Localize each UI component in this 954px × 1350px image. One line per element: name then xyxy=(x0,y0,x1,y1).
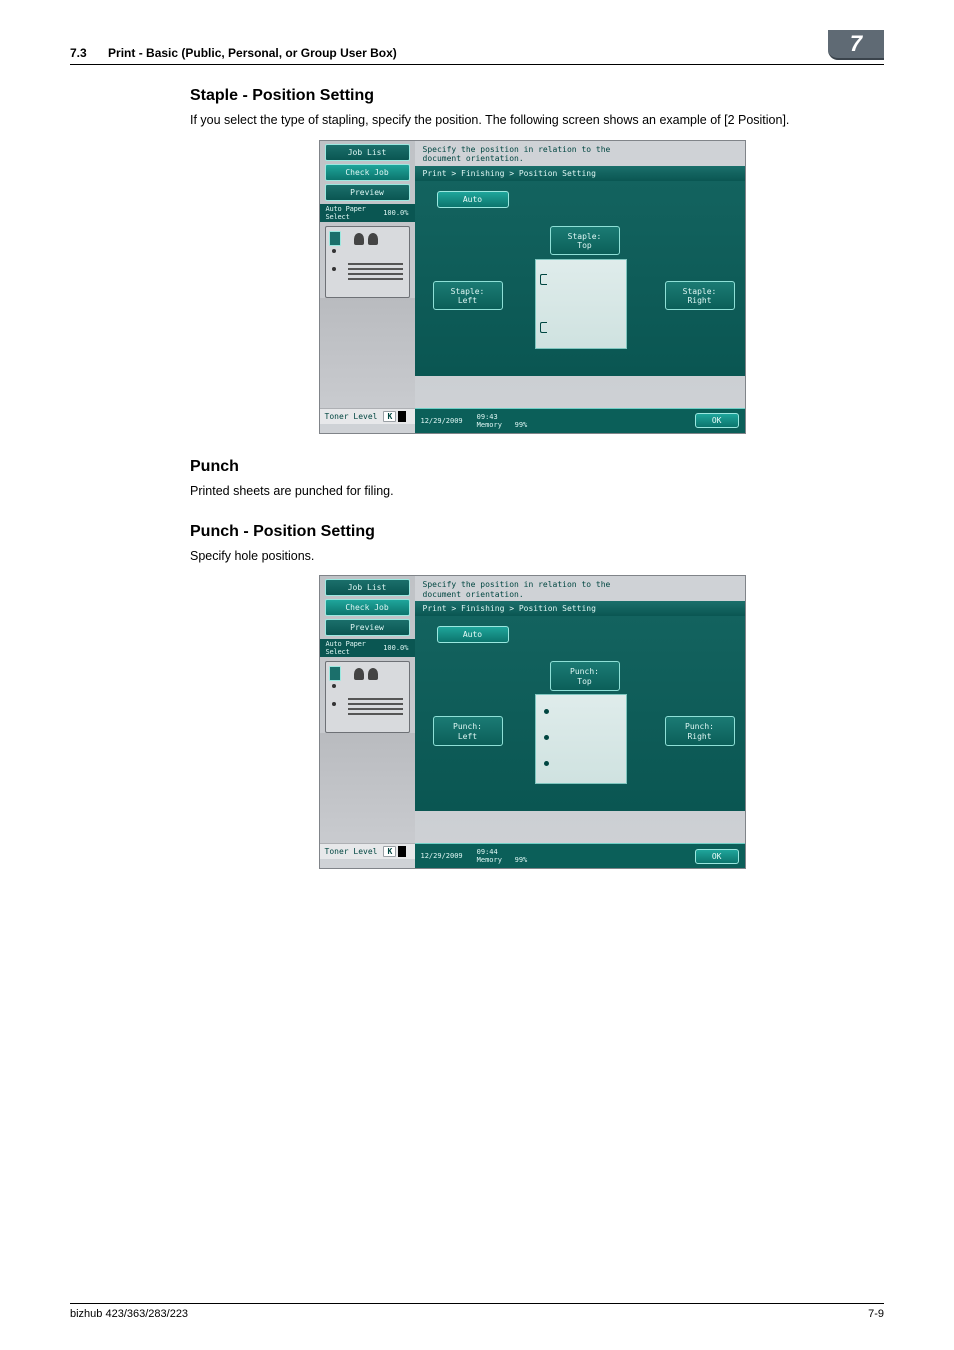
preview-page-icon xyxy=(329,666,341,681)
punch-panel: Job List Check Job Preview Auto Paper Se… xyxy=(319,575,746,869)
auto-paper-label: Auto Paper Select xyxy=(326,640,366,656)
toner-row: Toner Level K xyxy=(320,843,415,859)
zoom-value: 100.0% xyxy=(383,644,408,652)
punch-hole-icon xyxy=(544,709,549,714)
footer-time: 09:44 Memory 99% xyxy=(477,848,528,864)
chapter-badge: 7 xyxy=(828,30,884,60)
left-grey-spacer xyxy=(320,298,415,408)
panel-footer: 12/29/2009 09:43 Memory 99% OK xyxy=(415,408,745,433)
toner-label: Toner Level xyxy=(325,847,378,856)
position-area: Auto Punch: Top Punch: Left Punch: Right xyxy=(415,616,745,811)
toner-k: K xyxy=(383,846,396,857)
staple-paper-preview xyxy=(535,259,627,349)
instruction-text: Specify the position in relation to the … xyxy=(415,141,745,166)
preview-text-lines xyxy=(348,263,403,283)
staple-top-button[interactable]: Staple: Top xyxy=(550,226,620,255)
staple-body: If you select the type of stapling, spec… xyxy=(190,111,874,130)
punch-heading: Punch xyxy=(190,458,874,476)
footer-time: 09:43 Memory 99% xyxy=(477,413,528,429)
position-area: Auto Staple: Top Staple: Left Staple: Ri… xyxy=(415,181,745,376)
zoom-value: 100.0% xyxy=(383,209,408,217)
staple-left-button[interactable]: Staple: Left xyxy=(433,281,503,310)
punch-pos-heading: Punch - Position Setting xyxy=(190,523,874,541)
auto-button[interactable]: Auto xyxy=(437,626,509,643)
punch-paper-preview xyxy=(535,694,627,784)
toner-row: Toner Level K xyxy=(320,408,415,424)
toner-gauge-icon xyxy=(398,846,406,857)
instruction-text: Specify the position in relation to the … xyxy=(415,576,745,601)
toner-label: Toner Level xyxy=(325,412,378,421)
preview-person-icon xyxy=(368,668,378,680)
auto-paper-label: Auto Paper Select xyxy=(326,205,366,221)
punch-hole-icon xyxy=(544,735,549,740)
preview-button[interactable]: Preview xyxy=(325,619,410,636)
header-left: 7.3 Print - Basic (Public, Personal, or … xyxy=(70,46,397,60)
ok-button[interactable]: OK xyxy=(695,413,739,428)
preview-person-icon xyxy=(354,233,364,245)
staple-right-button[interactable]: Staple: Right xyxy=(665,281,735,310)
document-preview xyxy=(325,661,410,733)
paper-status-bar: Auto Paper Select 100.0% xyxy=(320,204,415,222)
footer-model: bizhub 423/363/283/223 xyxy=(70,1308,188,1320)
breadcrumb-bar: Print > Finishing > Position Setting xyxy=(415,601,745,616)
punch-body: Printed sheets are punched for filing. xyxy=(190,482,874,501)
punch-top-button[interactable]: Punch: Top xyxy=(550,661,620,690)
footer-page: 7-9 xyxy=(868,1308,884,1320)
page-footer: bizhub 423/363/283/223 7-9 xyxy=(70,1303,884,1320)
punch-hole-icon xyxy=(544,761,549,766)
preview-page-icon xyxy=(329,231,341,246)
section-title: Print - Basic (Public, Personal, or Grou… xyxy=(108,46,397,60)
breadcrumb-bar: Print > Finishing > Position Setting xyxy=(415,166,745,181)
job-list-button[interactable]: Job List xyxy=(325,579,410,596)
page-header: 7.3 Print - Basic (Public, Personal, or … xyxy=(70,30,884,65)
preview-person-icon xyxy=(354,668,364,680)
staple-heading: Staple - Position Setting xyxy=(190,87,874,105)
staple-panel: Job List Check Job Preview Auto Paper Se… xyxy=(319,140,746,434)
panel-footer: 12/29/2009 09:44 Memory 99% OK xyxy=(415,843,745,868)
preview-button[interactable]: Preview xyxy=(325,184,410,201)
punch-left-button[interactable]: Punch: Left xyxy=(433,716,503,745)
paper-status-bar: Auto Paper Select 100.0% xyxy=(320,639,415,657)
document-preview xyxy=(325,226,410,298)
preview-punch-marks xyxy=(332,684,336,706)
punch-pos-body: Specify hole positions. xyxy=(190,547,874,566)
footer-date: 12/29/2009 xyxy=(421,852,463,860)
left-grey-spacer xyxy=(320,733,415,843)
preview-person-icon xyxy=(368,233,378,245)
check-job-button[interactable]: Check Job xyxy=(325,164,410,181)
ok-button[interactable]: OK xyxy=(695,849,739,864)
preview-text-lines xyxy=(348,698,403,718)
toner-gauge-icon xyxy=(398,411,406,422)
auto-button[interactable]: Auto xyxy=(437,191,509,208)
toner-k: K xyxy=(383,411,396,422)
job-list-button[interactable]: Job List xyxy=(325,144,410,161)
preview-staple-marks xyxy=(332,249,336,271)
section-number: 7.3 xyxy=(70,46,87,60)
footer-date: 12/29/2009 xyxy=(421,417,463,425)
punch-right-button[interactable]: Punch: Right xyxy=(665,716,735,745)
check-job-button[interactable]: Check Job xyxy=(325,599,410,616)
